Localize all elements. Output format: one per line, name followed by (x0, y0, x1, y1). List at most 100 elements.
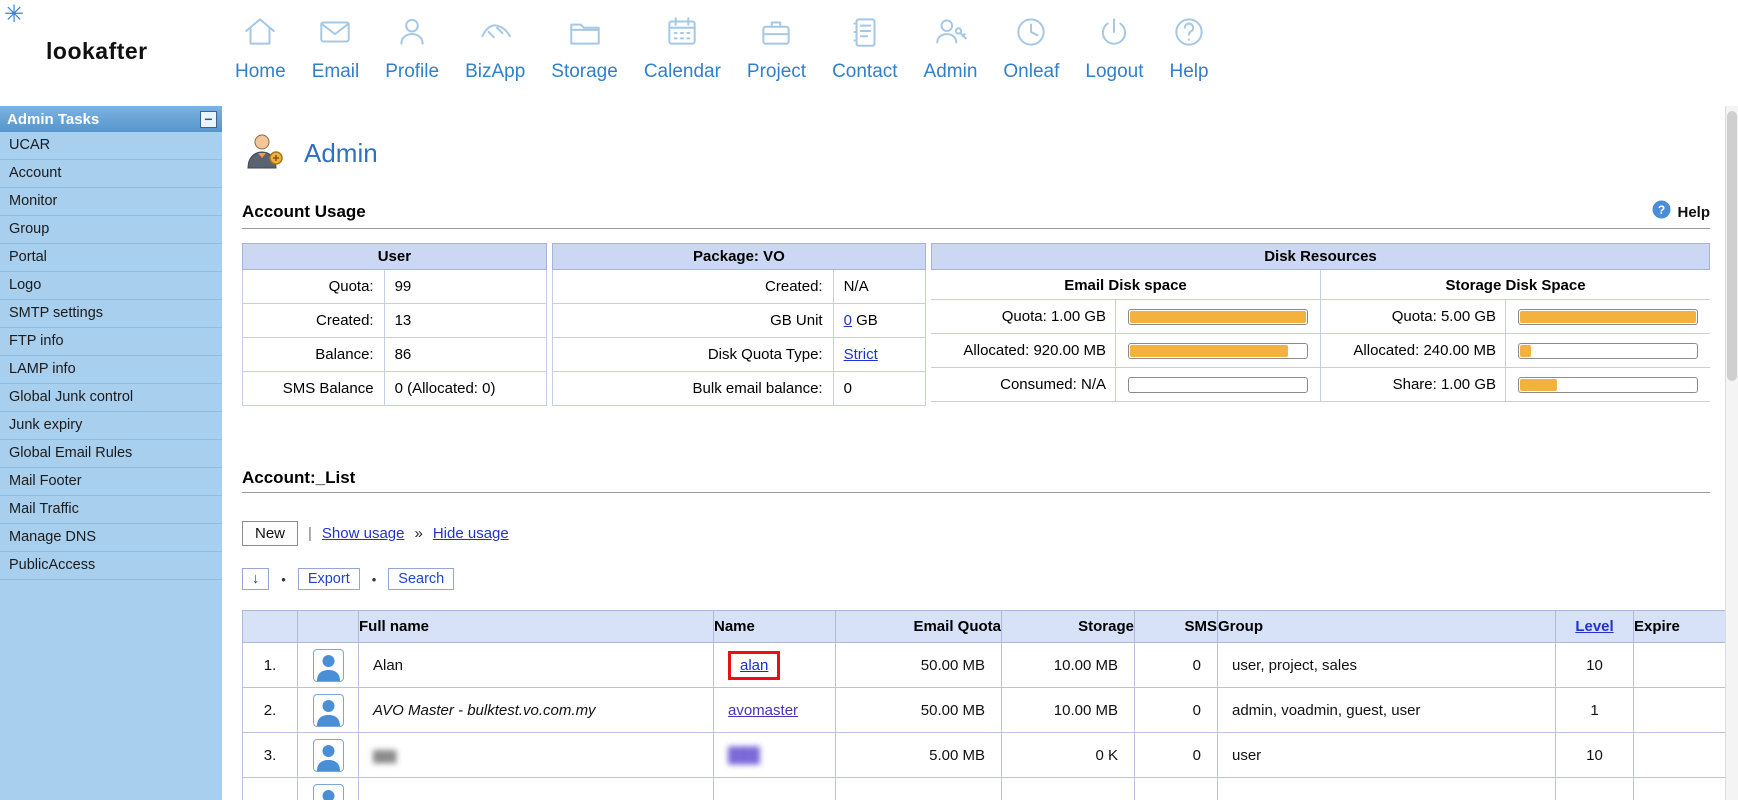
sidebar-item-mail-traffic[interactable]: Mail Traffic (0, 496, 222, 524)
name-cell: ███ (714, 733, 836, 778)
full-name-cell: Alan (359, 643, 714, 688)
strict-link[interactable]: Strict (844, 346, 878, 363)
col-storage: Storage (1002, 611, 1135, 643)
new-button[interactable]: New (242, 521, 298, 546)
nav-item-project[interactable]: Project (734, 13, 819, 106)
account-usage-header: Account Usage ? Help (242, 200, 1710, 224)
collapse-icon[interactable]: − (200, 111, 217, 128)
table-row: SMS Balance0 (Allocated: 0) (243, 372, 547, 406)
progress-fill (1130, 345, 1288, 357)
sidebar-item-ftp-info[interactable]: FTP info (0, 328, 222, 356)
account-link-avomaster[interactable]: avomaster (728, 702, 798, 719)
sidebar-title: Admin Tasks (7, 111, 99, 128)
row-index (243, 778, 298, 800)
storage-share-bar-cell (1506, 368, 1710, 401)
group-cell (1218, 778, 1556, 800)
sort-button[interactable]: ↓ (242, 568, 269, 590)
storage-quota-bar-cell (1506, 300, 1710, 333)
storage-disk-space: Storage Disk Space Quota: 5.00 GB Alloca… (1320, 270, 1710, 402)
expire-cell (1634, 688, 1727, 733)
divider (242, 228, 1710, 229)
storage-icon (566, 13, 604, 56)
sidebar-item-global-junk-control[interactable]: Global Junk control (0, 384, 222, 412)
email-icon (316, 13, 354, 56)
vertical-scrollbar[interactable] (1725, 106, 1738, 800)
nav-item-help[interactable]: Help (1157, 13, 1222, 106)
help-badge-icon: ? (1652, 200, 1671, 224)
sms-balance-label: SMS Balance (243, 372, 385, 406)
gb-unit-link[interactable]: 0 (844, 312, 852, 329)
level-sort-link[interactable]: Level (1575, 618, 1613, 635)
table-row: Created:13 (243, 304, 547, 338)
col-name: Name (714, 611, 836, 643)
sidebar-item-portal[interactable]: Portal (0, 244, 222, 272)
progress-track (1128, 309, 1308, 325)
sidebar-item-global-email-rules[interactable]: Global Email Rules (0, 440, 222, 468)
account-usage-title: Account Usage (242, 202, 366, 222)
sidebar-item-mail-footer[interactable]: Mail Footer (0, 468, 222, 496)
sidebar-item-manage-dns[interactable]: Manage DNS (0, 524, 222, 552)
nav-label: Calendar (644, 61, 721, 83)
storage-allocated-bar-cell (1506, 334, 1710, 367)
table-row: Disk Quota Type:Strict (552, 338, 925, 372)
account-list-title: Account:_List (242, 468, 355, 488)
account-link-alan[interactable]: alan (740, 657, 768, 674)
nav-item-profile[interactable]: Profile (372, 13, 452, 106)
bizapp-icon (476, 13, 514, 56)
nav-item-onleaf[interactable]: Onleaf (990, 13, 1072, 106)
show-usage-link[interactable]: Show usage (322, 525, 405, 542)
sms-cell (1135, 778, 1218, 800)
sidebar-item-smtp-settings[interactable]: SMTP settings (0, 300, 222, 328)
avatar (313, 649, 344, 682)
nav-label: Help (1170, 61, 1209, 83)
nav-item-admin[interactable]: Admin (911, 13, 991, 106)
nav-item-logout[interactable]: Logout (1072, 13, 1156, 106)
disk-quota-type-value: Strict (833, 338, 925, 372)
sidebar-item-monitor[interactable]: Monitor (0, 188, 222, 216)
sidebar-item-account[interactable]: Account (0, 160, 222, 188)
nav-item-email[interactable]: Email (299, 13, 373, 106)
help-link[interactable]: ? Help (1652, 200, 1710, 224)
account-list-toolbar: New | Show usage » Hide usage (242, 521, 1712, 546)
table-row: Created:N/A (552, 270, 925, 304)
row-index: 2. (243, 688, 298, 733)
nav-item-home[interactable]: Home (222, 13, 299, 106)
sidebar-item-logo[interactable]: Logo (0, 272, 222, 300)
storage-allocated-row: Allocated: 240.00 MB (1321, 334, 1710, 368)
expire-cell (1634, 778, 1727, 800)
full-name-cell (359, 778, 714, 800)
sidebar-item-junk-expiry[interactable]: Junk expiry (0, 412, 222, 440)
nav-item-calendar[interactable]: Calendar (631, 13, 734, 106)
calendar-icon (663, 13, 701, 56)
hide-usage-link[interactable]: Hide usage (433, 525, 509, 542)
name-cell: alan (714, 643, 836, 688)
user-table-header: User (243, 244, 547, 270)
storage-share-label: Share: 1.00 GB (1321, 368, 1506, 401)
account-link-blurred[interactable]: ███ (728, 747, 760, 764)
scrollbar-thumb[interactable] (1727, 111, 1737, 381)
sidebar-item-group[interactable]: Group (0, 216, 222, 244)
package-table-header: Package: VO (552, 244, 925, 270)
brand-logo: lookafter (46, 38, 148, 65)
nav-item-storage[interactable]: Storage (538, 13, 631, 106)
blurred-full-name: ███ (373, 751, 396, 763)
nav-item-contact[interactable]: Contact (819, 13, 910, 106)
avatar-cell (298, 643, 359, 688)
export-button[interactable]: Export (298, 568, 360, 590)
email-disk-space-header: Email Disk space (931, 270, 1320, 300)
storage-cell: 10.00 MB (1002, 643, 1135, 688)
disk-resources-table: Disk Resources Email Disk space Quota: 1… (931, 243, 1710, 406)
email-quota-cell: 50.00 MB (836, 643, 1002, 688)
sidebar-item-publicaccess[interactable]: PublicAccess (0, 552, 222, 580)
balance-value: 86 (384, 338, 546, 372)
nav-item-bizapp[interactable]: BizApp (452, 13, 538, 106)
expire-cell (1634, 733, 1727, 778)
search-button[interactable]: Search (388, 568, 454, 590)
nav-label: Email (312, 61, 360, 83)
progress-track (1518, 309, 1698, 325)
sidebar-item-lamp-info[interactable]: LAMP info (0, 356, 222, 384)
project-icon (757, 13, 795, 56)
group-cell: admin, voadmin, guest, user (1218, 688, 1556, 733)
progress-track (1518, 377, 1698, 393)
sidebar-item-ucar[interactable]: UCAR (0, 132, 222, 160)
